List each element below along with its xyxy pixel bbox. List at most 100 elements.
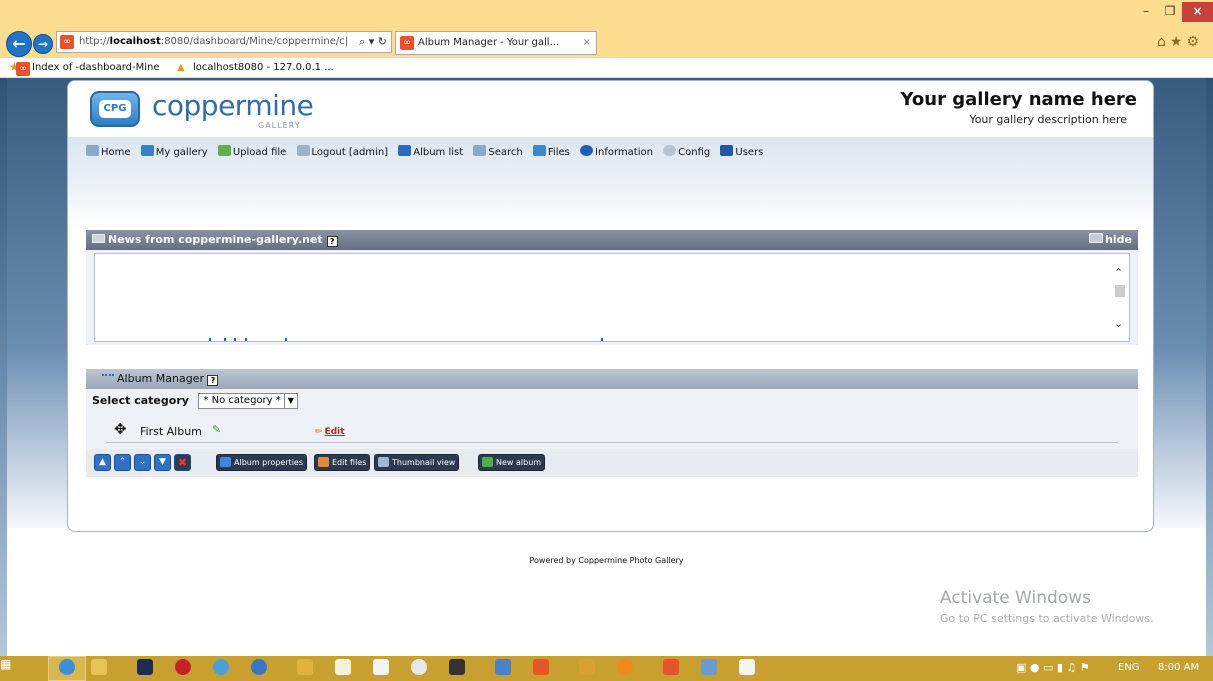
browser-navbar: ← → ∞ http://localhost:8080/dashboard/Mi… xyxy=(0,28,1213,58)
document-icon[interactable] xyxy=(373,659,389,675)
address-tools-icon[interactable]: ⌕ ▾ ↻ xyxy=(359,32,387,52)
move-top-icon[interactable]: ▲ xyxy=(94,454,111,471)
tab-album-manager[interactable]: ∞ Album Manager - Your gall... × xyxy=(395,31,597,55)
menu-my-gallery[interactable]: My gallery xyxy=(140,145,208,158)
menu-home[interactable]: Home xyxy=(86,145,131,158)
hide-icon xyxy=(1089,233,1104,243)
system-tray[interactable]: ▣ ● ▭ ▮ ♫ ⚑ xyxy=(1016,661,1090,674)
category-row: Select category * No category * ▼ xyxy=(86,389,1138,413)
maximize-button[interactable]: ❐ xyxy=(1158,2,1182,22)
menu-search[interactable]: Search xyxy=(473,145,523,158)
search-icon xyxy=(473,145,487,156)
album-name[interactable]: First Album xyxy=(140,425,202,438)
notepad-icon[interactable] xyxy=(335,659,351,675)
users-icon xyxy=(720,145,734,156)
chrome-icon[interactable] xyxy=(251,659,267,675)
info-icon xyxy=(580,145,594,156)
favorites-bar: ★ ∞ Index of -dashboard-Mine ▲ localhost… xyxy=(0,58,1213,78)
address-bar[interactable]: ∞ http://localhost:8080/dashboard/Mine/c… xyxy=(56,31,392,53)
category-select[interactable]: * No category * ▼ xyxy=(198,393,298,409)
menu-upload-file[interactable]: Upload file xyxy=(217,145,286,158)
gallery-header: CPG coppermine GALLERY Your gallery name… xyxy=(68,81,1153,137)
album-manager-icon xyxy=(102,374,114,382)
close-window-button[interactable]: × xyxy=(1182,2,1213,22)
xampp-icon[interactable] xyxy=(533,659,549,675)
thumbnail-view-button[interactable]: Thumbnail view xyxy=(374,454,460,471)
favorite-favicon-icon: ∞ xyxy=(16,62,30,76)
cpg-logo-icon[interactable]: CPG xyxy=(90,91,140,127)
xampp-control-icon[interactable] xyxy=(663,659,679,675)
menu-album-list[interactable]: Album list xyxy=(398,145,463,158)
files-icon xyxy=(532,145,546,156)
album-list-icon xyxy=(398,145,412,156)
news-frame[interactable]: ⌃ ⌄ xyxy=(94,253,1130,342)
forward-button[interactable]: → xyxy=(33,34,53,54)
minimize-button[interactable]: – xyxy=(1134,2,1158,22)
photoshop-icon[interactable] xyxy=(137,659,153,675)
favorite-link-index[interactable]: ∞ Index of -dashboard-Mine xyxy=(16,62,160,76)
app-icon[interactable] xyxy=(579,659,595,675)
file-explorer-icon[interactable] xyxy=(91,659,107,675)
album-manager-header: Album Manager ? xyxy=(86,369,1138,389)
taskbar: ▦ ▣ ● ▭ ▮ ♫ ⚑ ENG 8:00 AM xyxy=(0,656,1213,681)
browser-tools-icons[interactable]: ⌂★⚙ xyxy=(1157,34,1203,50)
folder-icon[interactable] xyxy=(297,659,313,675)
tab-close-icon[interactable]: × xyxy=(583,32,591,54)
window-titlebar: – ❐ × xyxy=(0,0,1213,28)
edit-files-button[interactable]: Edit files xyxy=(314,454,371,471)
move-down-icon[interactable]: ⌄ xyxy=(134,454,151,471)
address-rest: :8080/dashboard/Mine/coppermine/c| xyxy=(160,36,349,47)
news-hide-button[interactable]: hide xyxy=(1089,230,1132,250)
new-album-button[interactable]: New album xyxy=(478,454,546,471)
news-scrollbar[interactable]: ⌃ ⌄ xyxy=(1111,254,1129,341)
page-viewport: CPG coppermine GALLERY Your gallery name… xyxy=(0,78,1213,656)
main-menu: Home My gallery Upload file Logout [admi… xyxy=(68,137,1153,227)
help-icon[interactable]: ? xyxy=(326,236,338,247)
tab-favicon-icon: ∞ xyxy=(400,36,414,50)
scroll-down-icon[interactable]: ⌄ xyxy=(1114,317,1123,330)
logo-text[interactable]: coppermine xyxy=(152,89,314,122)
move-bottom-icon[interactable]: ▼ xyxy=(154,454,171,471)
menu-users[interactable]: Users xyxy=(720,145,763,158)
terminal-icon[interactable] xyxy=(449,659,465,675)
album-row[interactable]: ✥ First Album ✎ ✏ Edit xyxy=(86,413,1138,449)
menu-logout[interactable]: Logout [admin] xyxy=(296,145,388,158)
favorite-link-localhost[interactable]: ▲ localhost8080 - 127.0.0.1 ... xyxy=(177,62,334,73)
delete-icon[interactable]: ✖ xyxy=(174,454,191,471)
album-manager-title: Album Manager xyxy=(117,372,204,385)
app-icon[interactable] xyxy=(213,659,229,675)
internet-explorer-icon[interactable] xyxy=(59,659,75,675)
album-properties-button[interactable]: Album properties xyxy=(216,454,308,471)
opera-icon[interactable] xyxy=(175,659,191,675)
media-icon[interactable] xyxy=(411,659,427,675)
files-icon[interactable] xyxy=(495,659,511,675)
vlc-icon[interactable] xyxy=(617,659,633,675)
move-icon[interactable]: ✥ xyxy=(114,420,127,438)
language-indicator[interactable]: ENG xyxy=(1118,662,1140,673)
album-actions-row: ▲ ⌃ ⌄ ▼ ✖ Album properties Edit files Th… xyxy=(86,449,1138,477)
menu-config[interactable]: Config xyxy=(663,145,710,158)
document-icon[interactable] xyxy=(739,659,755,675)
home-icon xyxy=(86,145,99,156)
new-tab-button[interactable] xyxy=(597,31,623,55)
app-icon[interactable] xyxy=(701,659,717,675)
logout-icon xyxy=(296,145,310,156)
address-host: localhost xyxy=(109,36,161,47)
start-icon[interactable]: ▦ xyxy=(0,657,11,671)
clock[interactable]: 8:00 AM xyxy=(1158,662,1199,673)
address-prefix: http:// xyxy=(79,36,110,47)
favorite-label: Index of -dashboard-Mine xyxy=(32,62,160,73)
move-up-icon[interactable]: ⌃ xyxy=(114,454,131,471)
back-button[interactable]: ← xyxy=(6,31,32,57)
menu-information[interactable]: Information xyxy=(580,145,653,158)
config-icon xyxy=(663,145,677,156)
logo-subtitle: GALLERY xyxy=(258,121,301,130)
menu-files[interactable]: Files xyxy=(532,145,570,158)
page-frame: CPG coppermine GALLERY Your gallery name… xyxy=(7,78,1206,656)
help-icon[interactable]: ? xyxy=(207,375,219,386)
news-icon xyxy=(92,234,105,243)
scroll-up-icon[interactable]: ⌃ xyxy=(1114,266,1123,279)
site-favicon-icon: ∞ xyxy=(60,35,74,49)
scroll-thumb[interactable] xyxy=(1115,285,1125,297)
album-edit-link[interactable]: ✏ Edit xyxy=(315,427,345,437)
